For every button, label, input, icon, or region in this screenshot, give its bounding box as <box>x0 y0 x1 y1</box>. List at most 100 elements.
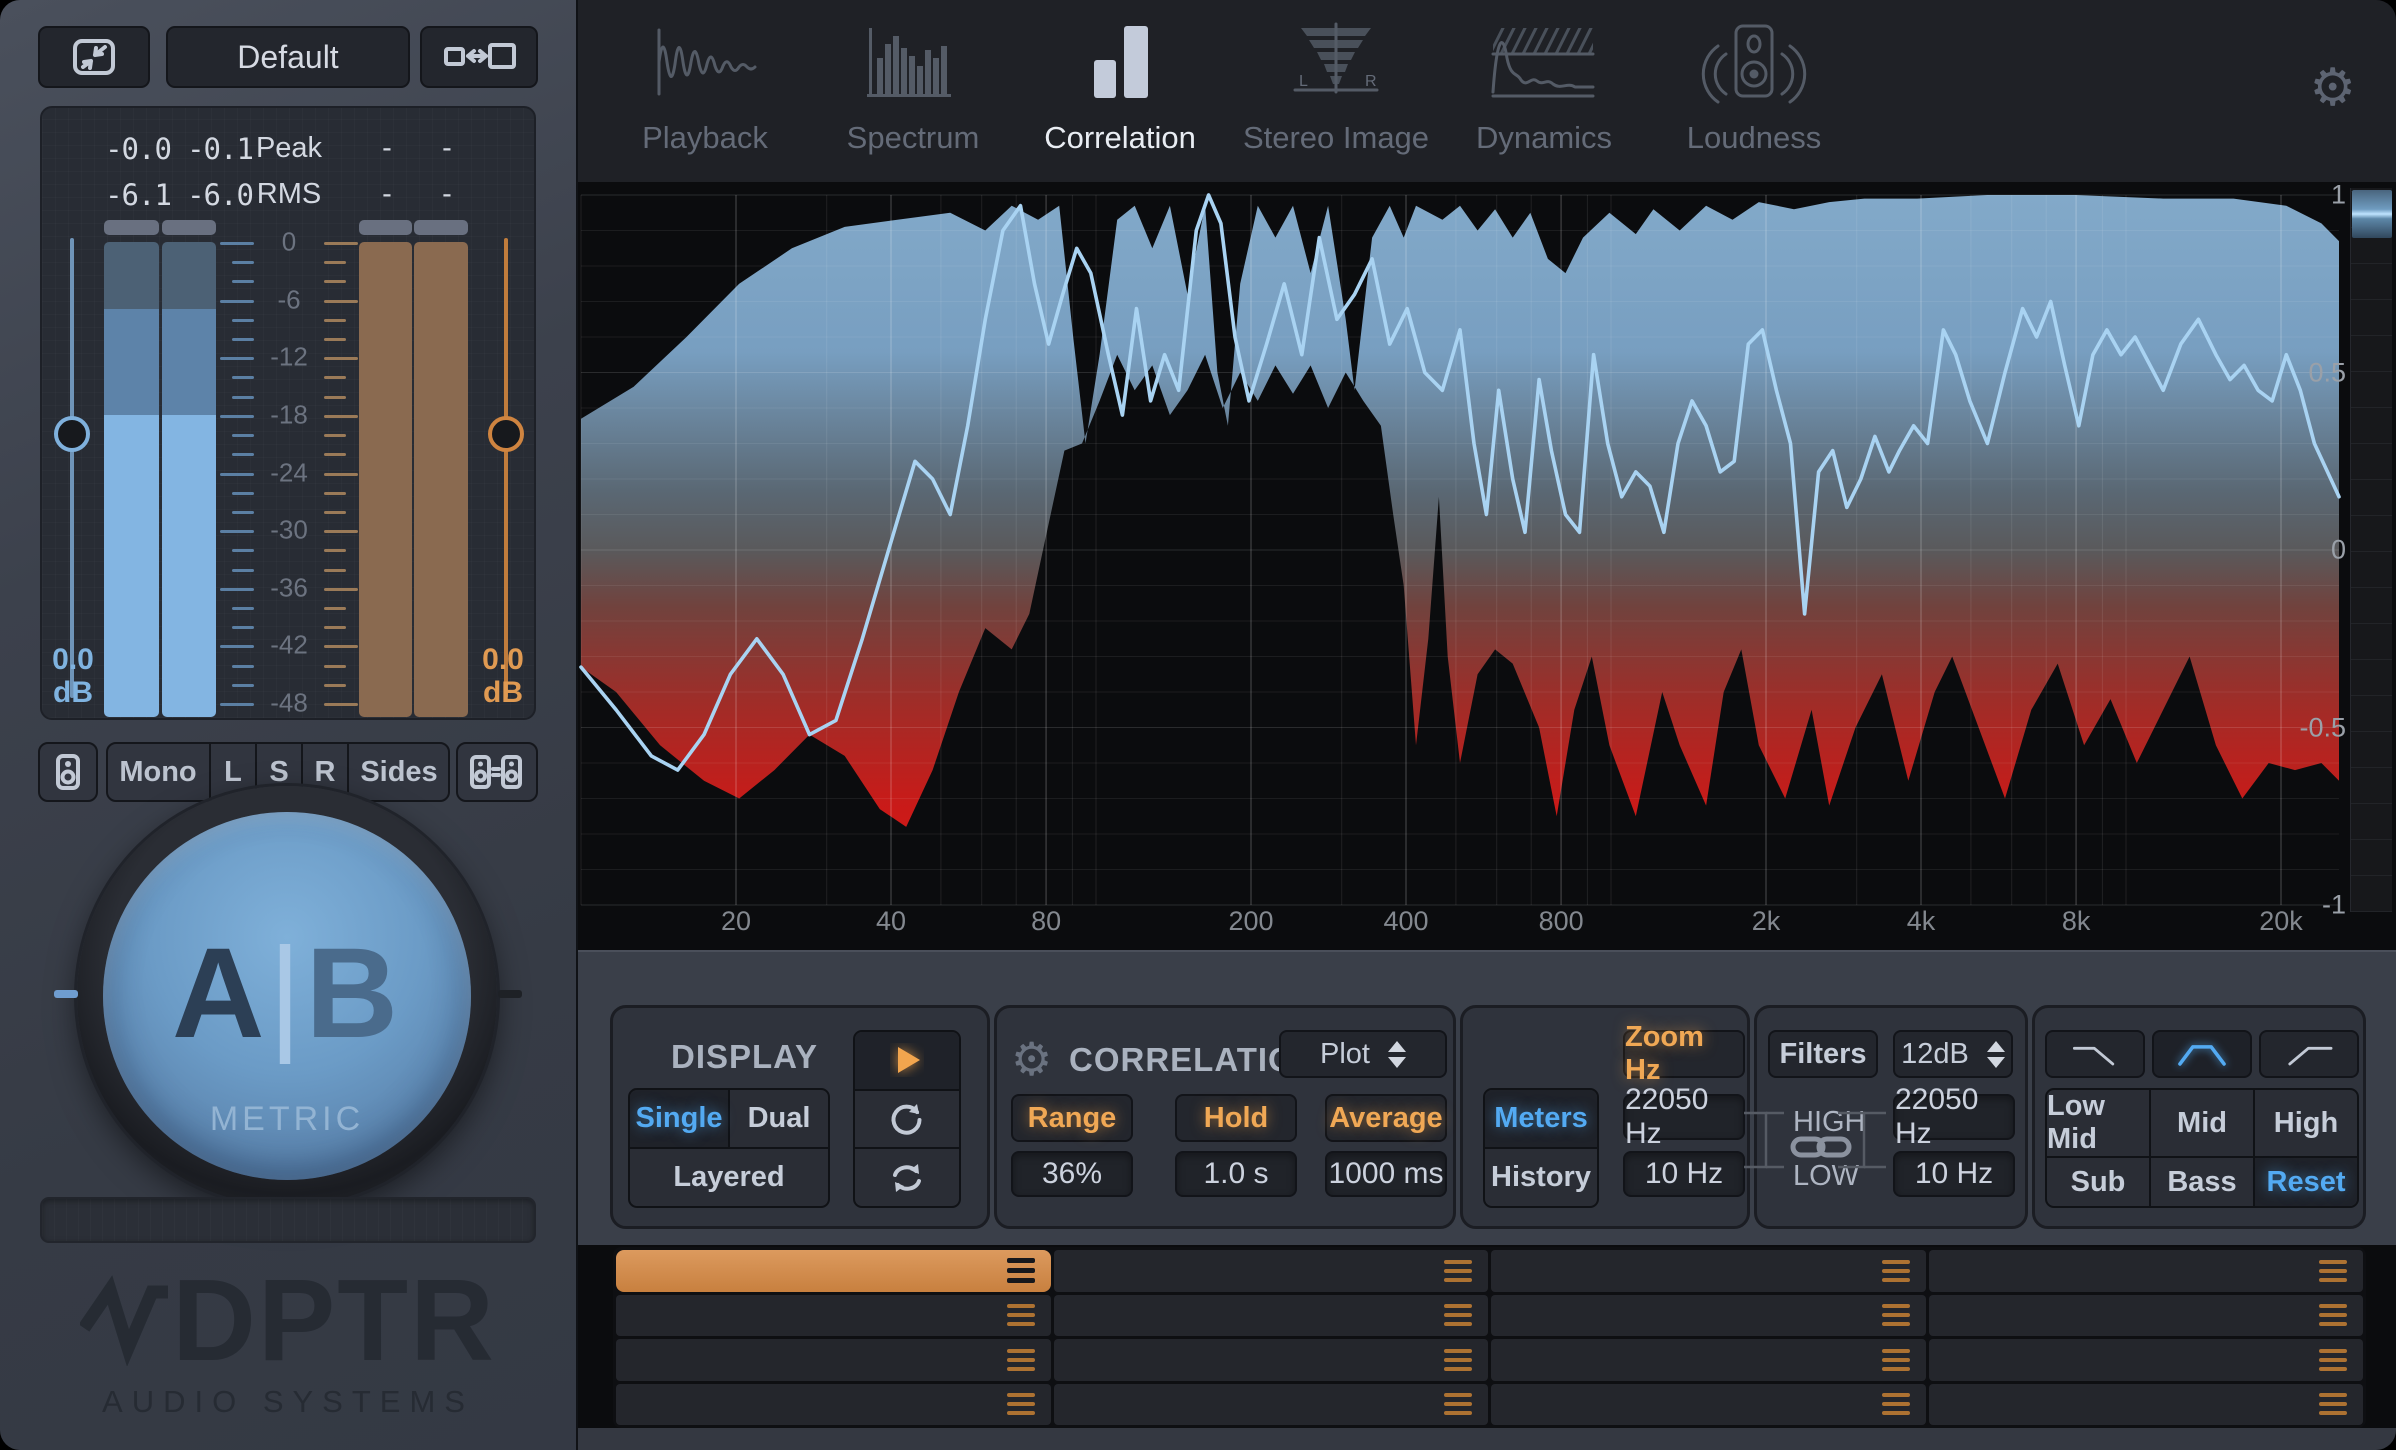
logo-subtext: AUDIO SYSTEMS <box>0 1384 576 1420</box>
snapshot-slot[interactable] <box>1929 1250 2364 1292</box>
display-mode-group: Single Dual Layered <box>628 1088 830 1208</box>
snapshot-slot[interactable] <box>616 1295 1051 1337</box>
right-fader-knob[interactable] <box>488 416 524 452</box>
snapshot-slot[interactable] <box>1491 1384 1926 1426</box>
snapshot-menu-icon[interactable] <box>1007 1393 1035 1415</box>
snapshot-menu-icon[interactable] <box>1444 1304 1472 1326</box>
low-cut-shape-button[interactable] <box>2045 1030 2145 1078</box>
y-axis-tick: 0 <box>2331 535 2346 566</box>
settings-gear-icon[interactable]: ⚙ <box>2309 62 2356 114</box>
snapshot-slot[interactable] <box>1054 1295 1489 1337</box>
peak-left-value: -0.0 <box>105 132 171 166</box>
refresh-button[interactable] <box>855 1091 959 1148</box>
waveform-icon <box>645 14 765 118</box>
band-mid-button[interactable]: Mid <box>2151 1090 2255 1156</box>
tab-stereo-image[interactable]: LR Stereo Image <box>1241 14 1431 174</box>
snapshot-menu-icon[interactable] <box>1444 1349 1472 1371</box>
snapshot-menu-icon[interactable] <box>2319 1393 2347 1415</box>
snapshot-menu-icon[interactable] <box>1882 1260 1910 1282</box>
correlation-view-dropdown[interactable]: Plot <box>1279 1030 1447 1078</box>
main-pane: Playback Spectrum Correlation LR Stereo … <box>576 0 2396 1450</box>
rms-ref-right: - <box>442 178 452 211</box>
band-high-button[interactable]: High <box>2255 1090 2357 1156</box>
plot-zoom-scrollbar[interactable] <box>2350 188 2392 912</box>
peak-right-value: -0.1 <box>187 132 253 166</box>
cycle-button[interactable] <box>855 1149 959 1206</box>
snapshot-slot[interactable] <box>1054 1339 1489 1381</box>
channel-sides-button[interactable]: Sides <box>349 744 449 800</box>
band-bass-button[interactable]: Bass <box>2151 1158 2255 1206</box>
history-button[interactable]: History <box>1485 1149 1597 1206</box>
snapshot-menu-icon[interactable] <box>1882 1393 1910 1415</box>
snapshot-slot[interactable] <box>1054 1250 1489 1292</box>
snapshot-slot[interactable] <box>616 1250 1051 1292</box>
filter-high-field[interactable]: 22050 Hz <box>1893 1094 2015 1140</box>
filters-button[interactable]: Filters <box>1768 1030 1878 1078</box>
high-cut-shape-button[interactable] <box>2259 1030 2359 1078</box>
ab-compare-knob[interactable]: A|B METRIC <box>103 812 471 1180</box>
correlation-gear-icon[interactable]: ⚙ <box>1011 1036 1052 1082</box>
preset-selector[interactable]: Default <box>166 26 410 88</box>
snapshot-slot[interactable] <box>1929 1339 2364 1381</box>
session-name-bar[interactable] <box>40 1197 536 1243</box>
dual-speaker-icon <box>469 752 525 792</box>
average-value-field[interactable]: 1000 ms <box>1325 1151 1447 1197</box>
peak-label: Peak <box>256 132 322 165</box>
tab-correlation[interactable]: Correlation <box>1025 14 1215 174</box>
snapshot-menu-icon[interactable] <box>1007 1304 1035 1326</box>
tab-loudness[interactable]: Loudness <box>1659 14 1849 174</box>
snapshot-menu-icon[interactable] <box>1007 1258 1035 1283</box>
zoom-low-field[interactable]: 10 Hz <box>1623 1151 1745 1197</box>
filter-low-field[interactable]: 10 Hz <box>1893 1151 2015 1197</box>
snapshot-slot[interactable] <box>616 1339 1051 1381</box>
play-button[interactable] <box>855 1032 959 1089</box>
svg-text:20: 20 <box>721 906 751 936</box>
speaker-match-button[interactable] <box>456 742 538 802</box>
band-lowmid-button[interactable]: Low Mid <box>2047 1090 2151 1156</box>
snapshot-menu-icon[interactable] <box>1444 1260 1472 1282</box>
link-icon[interactable] <box>1789 1134 1853 1160</box>
snapshot-slot[interactable] <box>1491 1339 1926 1381</box>
snapshot-slot[interactable] <box>616 1384 1051 1426</box>
channel-mono-button[interactable]: Mono <box>107 744 211 800</box>
snapshot-slot[interactable] <box>1929 1295 2364 1337</box>
snapshot-menu-icon[interactable] <box>1882 1304 1910 1326</box>
svg-text:2k: 2k <box>1752 906 1781 936</box>
tab-playback[interactable]: Playback <box>610 14 800 174</box>
average-toggle-button[interactable]: Average <box>1325 1094 1447 1142</box>
snapshot-slot[interactable] <box>1929 1384 2364 1426</box>
collapse-panel-button[interactable] <box>38 26 150 88</box>
snapshot-menu-icon[interactable] <box>1444 1393 1472 1415</box>
meters-button[interactable]: Meters <box>1485 1090 1597 1147</box>
range-toggle-button[interactable]: Range <box>1011 1094 1133 1142</box>
snapshot-menu-icon[interactable] <box>1882 1349 1910 1371</box>
display-dual-button[interactable]: Dual <box>730 1090 828 1147</box>
bands-reset-button[interactable]: Reset <box>2255 1158 2357 1206</box>
snapshot-menu-icon[interactable] <box>2319 1349 2347 1371</box>
y-axis-tick: -1 <box>2322 890 2346 921</box>
snapshot-menu-icon[interactable] <box>1007 1349 1035 1371</box>
snapshot-slot[interactable] <box>1491 1295 1926 1337</box>
band-sub-button[interactable]: Sub <box>2047 1158 2151 1206</box>
band-pass-shape-button[interactable] <box>2152 1030 2252 1078</box>
speaker-solo-button[interactable] <box>38 742 98 802</box>
zoom-hz-button[interactable]: Zoom Hz <box>1623 1030 1745 1078</box>
snapshot-slot[interactable] <box>1491 1250 1926 1292</box>
hold-toggle-button[interactable]: Hold <box>1175 1094 1297 1142</box>
band-select-group: Low Mid Mid High Sub Bass Reset <box>2045 1088 2359 1208</box>
snapshot-menu-icon[interactable] <box>2319 1260 2347 1282</box>
filter-slope-dropdown[interactable]: 12dB <box>1893 1030 2013 1078</box>
display-single-button[interactable]: Single <box>630 1090 730 1147</box>
snapshot-slot[interactable] <box>1054 1384 1489 1426</box>
tab-dynamics[interactable]: Dynamics <box>1449 14 1639 174</box>
plot-zoom-handle[interactable] <box>2352 190 2392 238</box>
svg-text:R: R <box>1365 73 1377 90</box>
zoom-high-field[interactable]: 22050 Hz <box>1623 1094 1745 1140</box>
hold-value-field[interactable]: 1.0 s <box>1175 1151 1297 1197</box>
left-fader-knob[interactable] <box>54 416 90 452</box>
window-resize-button[interactable] <box>420 26 538 88</box>
range-value-field[interactable]: 36% <box>1011 1151 1133 1197</box>
tab-spectrum[interactable]: Spectrum <box>818 14 1008 174</box>
display-layered-button[interactable]: Layered <box>630 1149 828 1206</box>
snapshot-menu-icon[interactable] <box>2319 1304 2347 1326</box>
